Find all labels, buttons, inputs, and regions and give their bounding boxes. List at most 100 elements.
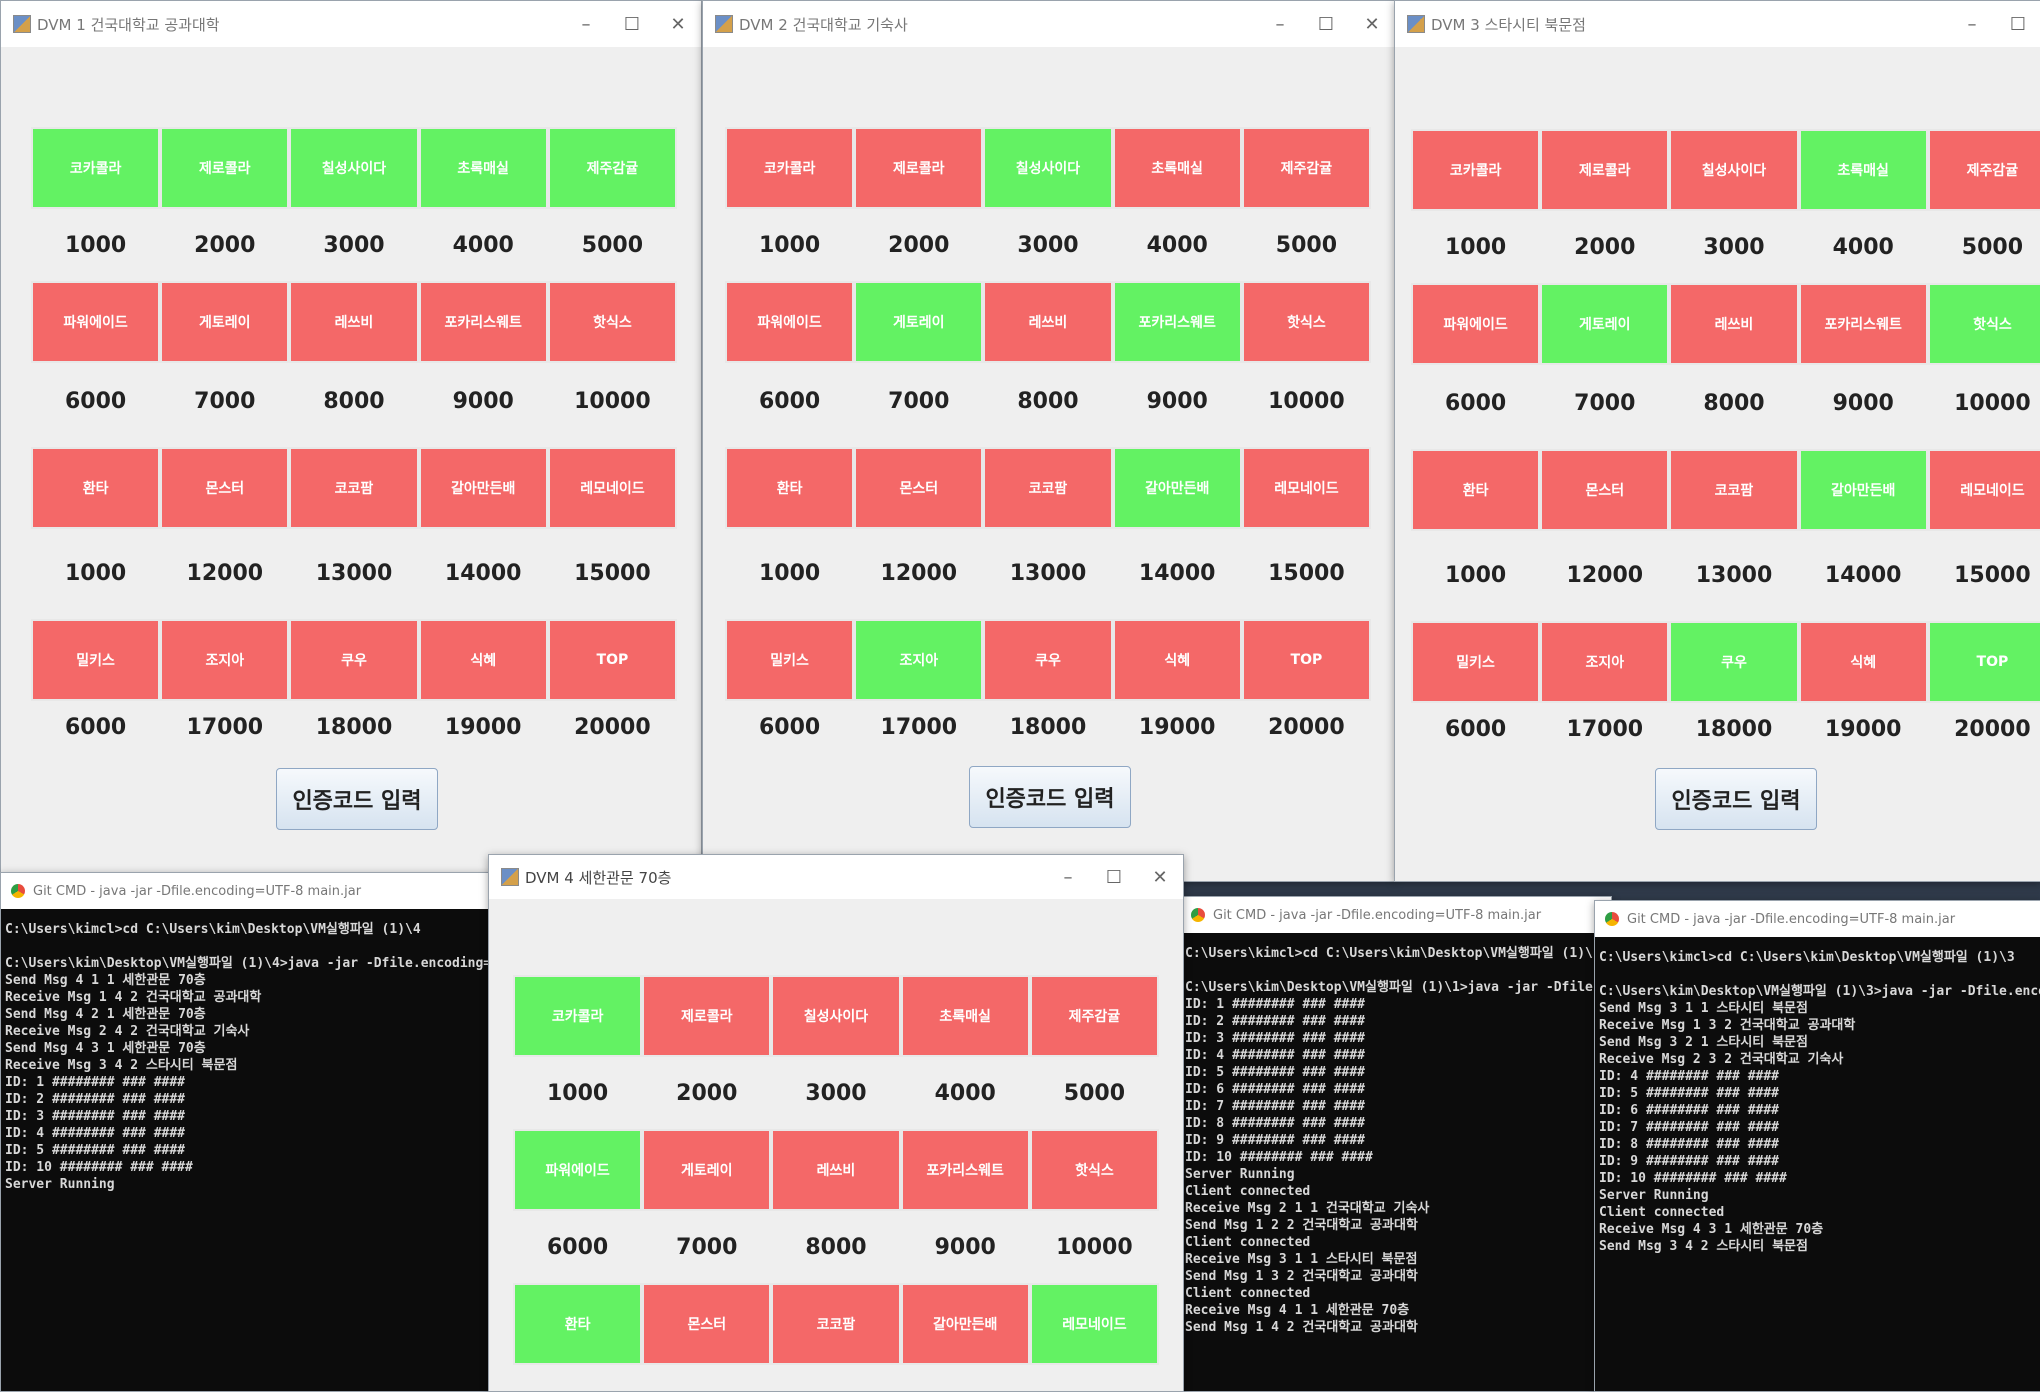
vm2-auth-code-button[interactable]: 인증코드 입력 — [969, 766, 1131, 828]
close-icon[interactable]: ✕ — [1349, 14, 1395, 35]
cmd3-titlebar[interactable]: Git CMD - java -jar -Dfile.encoding=UTF-… — [1595, 901, 2040, 937]
close-icon[interactable]: ✕ — [655, 14, 701, 35]
cmd1-titlebar[interactable]: Git CMD - java -jar -Dfile.encoding=UTF-… — [1, 873, 501, 909]
drink-button[interactable]: 핫식스 — [1927, 283, 2040, 365]
maximize-icon[interactable]: ☐ — [1303, 14, 1349, 35]
minimize-icon[interactable]: – — [563, 14, 609, 35]
minimize-icon[interactable]: – — [1257, 14, 1303, 35]
cmd2-titlebar[interactable]: Git CMD - java -jar -Dfile.encoding=UTF-… — [1181, 897, 1611, 933]
drink-button[interactable]: 레쓰비 — [289, 281, 419, 363]
drink-button[interactable]: 초록매실 — [418, 127, 548, 209]
drink-button[interactable]: 환타 — [725, 447, 855, 529]
drink-button[interactable]: 포카리스웨트 — [1112, 281, 1242, 363]
drink-button[interactable]: TOP — [1927, 621, 2040, 703]
drink-button[interactable]: 코코팜 — [983, 447, 1113, 529]
drink-button[interactable]: 갈아만든배 — [900, 1283, 1030, 1365]
drink-button[interactable]: 핫식스 — [1029, 1129, 1159, 1211]
cmd1-console-output[interactable]: C:\Users\kimcl>cd C:\Users\kim\Desktop\V… — [1, 909, 501, 1391]
drink-button[interactable]: 레쓰비 — [983, 281, 1113, 363]
drink-button[interactable]: 몬스터 — [642, 1283, 772, 1365]
close-icon[interactable]: ✕ — [1137, 867, 1183, 888]
drink-button[interactable]: 포카리스웨트 — [418, 281, 548, 363]
console-line: ID: 4 ######## ### #### — [1185, 1048, 1366, 1063]
drink-button[interactable]: 제로콜라 — [160, 127, 290, 209]
drink-button[interactable]: 쿠우 — [1669, 621, 1799, 703]
drink-button[interactable]: 레모네이드 — [1029, 1283, 1159, 1365]
maximize-icon[interactable]: ☐ — [1091, 867, 1137, 888]
drink-button[interactable]: 파워에이드 — [1411, 283, 1541, 365]
drink-button[interactable]: 제주감귤 — [547, 127, 677, 209]
vm3-auth-code-button[interactable]: 인증코드 입력 — [1655, 768, 1817, 830]
cmd2-console-output[interactable]: C:\Users\kimcl>cd C:\Users\kim\Desktop\V… — [1181, 933, 1611, 1391]
drink-button[interactable]: 코코팜 — [1669, 449, 1799, 531]
maximize-icon[interactable]: ☐ — [609, 14, 655, 35]
drink-button[interactable]: 갈아만든배 — [1112, 447, 1242, 529]
drink-button[interactable]: 코코팜 — [289, 447, 419, 529]
drink-button[interactable]: TOP — [1241, 619, 1371, 701]
drink-button[interactable]: 레모네이드 — [1241, 447, 1371, 529]
drink-button[interactable]: 조지아 — [1540, 621, 1670, 703]
drink-button[interactable]: 포카리스웨트 — [900, 1129, 1030, 1211]
drink-button[interactable]: 칠성사이다 — [1669, 129, 1799, 211]
drink-button[interactable]: 레모네이드 — [1927, 449, 2040, 531]
drink-button[interactable]: 게토레이 — [642, 1129, 772, 1211]
maximize-icon[interactable]: ☐ — [1995, 14, 2040, 35]
drink-button[interactable]: 제로콜라 — [1540, 129, 1670, 211]
vm4-titlebar[interactable]: DVM 4 세한관문 70층 – ☐ ✕ — [489, 855, 1183, 899]
drink-button[interactable]: 코카콜라 — [725, 127, 855, 209]
vm2-titlebar[interactable]: DVM 2 건국대학교 기숙사 – ☐ ✕ — [703, 1, 1395, 47]
drink-button[interactable]: 쿠우 — [983, 619, 1113, 701]
drink-button[interactable]: 파워에이드 — [31, 281, 161, 363]
drink-button[interactable]: 몬스터 — [160, 447, 290, 529]
drink-button[interactable]: 식혜 — [1112, 619, 1242, 701]
drink-button[interactable]: 몬스터 — [854, 447, 984, 529]
drink-button[interactable]: TOP — [547, 619, 677, 701]
drink-button[interactable]: 파워에이드 — [725, 281, 855, 363]
drink-button[interactable]: 쿠우 — [289, 619, 419, 701]
drink-button[interactable]: 게토레이 — [854, 281, 984, 363]
vm3-titlebar[interactable]: DVM 3 스타시티 북문점 – ☐ — [1395, 1, 2040, 47]
drink-button[interactable]: 초록매실 — [1112, 127, 1242, 209]
drink-button[interactable]: 게토레이 — [160, 281, 290, 363]
drink-button[interactable]: 파워에이드 — [513, 1129, 643, 1211]
drink-button[interactable]: 조지아 — [160, 619, 290, 701]
drink-button[interactable]: 코카콜라 — [513, 975, 643, 1057]
drink-button[interactable]: 칠성사이다 — [771, 975, 901, 1057]
drink-button[interactable]: 환타 — [31, 447, 161, 529]
drink-button[interactable]: 레쓰비 — [1669, 283, 1799, 365]
drink-button[interactable]: 칠성사이다 — [983, 127, 1113, 209]
drink-button[interactable]: 코카콜라 — [31, 127, 161, 209]
drink-button[interactable]: 포카리스웨트 — [1798, 283, 1928, 365]
drink-button[interactable]: 칠성사이다 — [289, 127, 419, 209]
drink-button[interactable]: 밀키스 — [31, 619, 161, 701]
vm1-auth-code-button[interactable]: 인증코드 입력 — [276, 768, 438, 830]
drink-button[interactable]: 핫식스 — [547, 281, 677, 363]
drink-button[interactable]: 초록매실 — [900, 975, 1030, 1057]
drink-button[interactable]: 제주감귤 — [1927, 129, 2040, 211]
drink-button[interactable]: 식혜 — [1798, 621, 1928, 703]
minimize-icon[interactable]: – — [1045, 867, 1091, 888]
drink-button[interactable]: 코카콜라 — [1411, 129, 1541, 211]
drink-button[interactable]: 식혜 — [418, 619, 548, 701]
drink-button[interactable]: 조지아 — [854, 619, 984, 701]
drink-button[interactable]: 제로콜라 — [642, 975, 772, 1057]
minimize-icon[interactable]: – — [1949, 14, 1995, 35]
drink-button[interactable]: 환타 — [513, 1283, 643, 1365]
cmd3-console-output[interactable]: C:\Users\kimcl>cd C:\Users\kim\Desktop\V… — [1595, 937, 2040, 1391]
drink-button[interactable]: 제로콜라 — [854, 127, 984, 209]
drink-button[interactable]: 코코팜 — [771, 1283, 901, 1365]
drink-button[interactable]: 환타 — [1411, 449, 1541, 531]
drink-button[interactable]: 밀키스 — [725, 619, 855, 701]
drink-button[interactable]: 몬스터 — [1540, 449, 1670, 531]
drink-button[interactable]: 갈아만든배 — [418, 447, 548, 529]
drink-button[interactable]: 레쓰비 — [771, 1129, 901, 1211]
drink-button[interactable]: 갈아만든배 — [1798, 449, 1928, 531]
drink-button[interactable]: 밀키스 — [1411, 621, 1541, 703]
drink-button[interactable]: 제주감귤 — [1029, 975, 1159, 1057]
drink-button[interactable]: 제주감귤 — [1241, 127, 1371, 209]
drink-button[interactable]: 레모네이드 — [547, 447, 677, 529]
drink-button[interactable]: 초록매실 — [1798, 129, 1928, 211]
vm1-titlebar[interactable]: DVM 1 건국대학교 공과대학 – ☐ ✕ — [1, 1, 701, 47]
drink-button[interactable]: 핫식스 — [1241, 281, 1371, 363]
drink-button[interactable]: 게토레이 — [1540, 283, 1670, 365]
